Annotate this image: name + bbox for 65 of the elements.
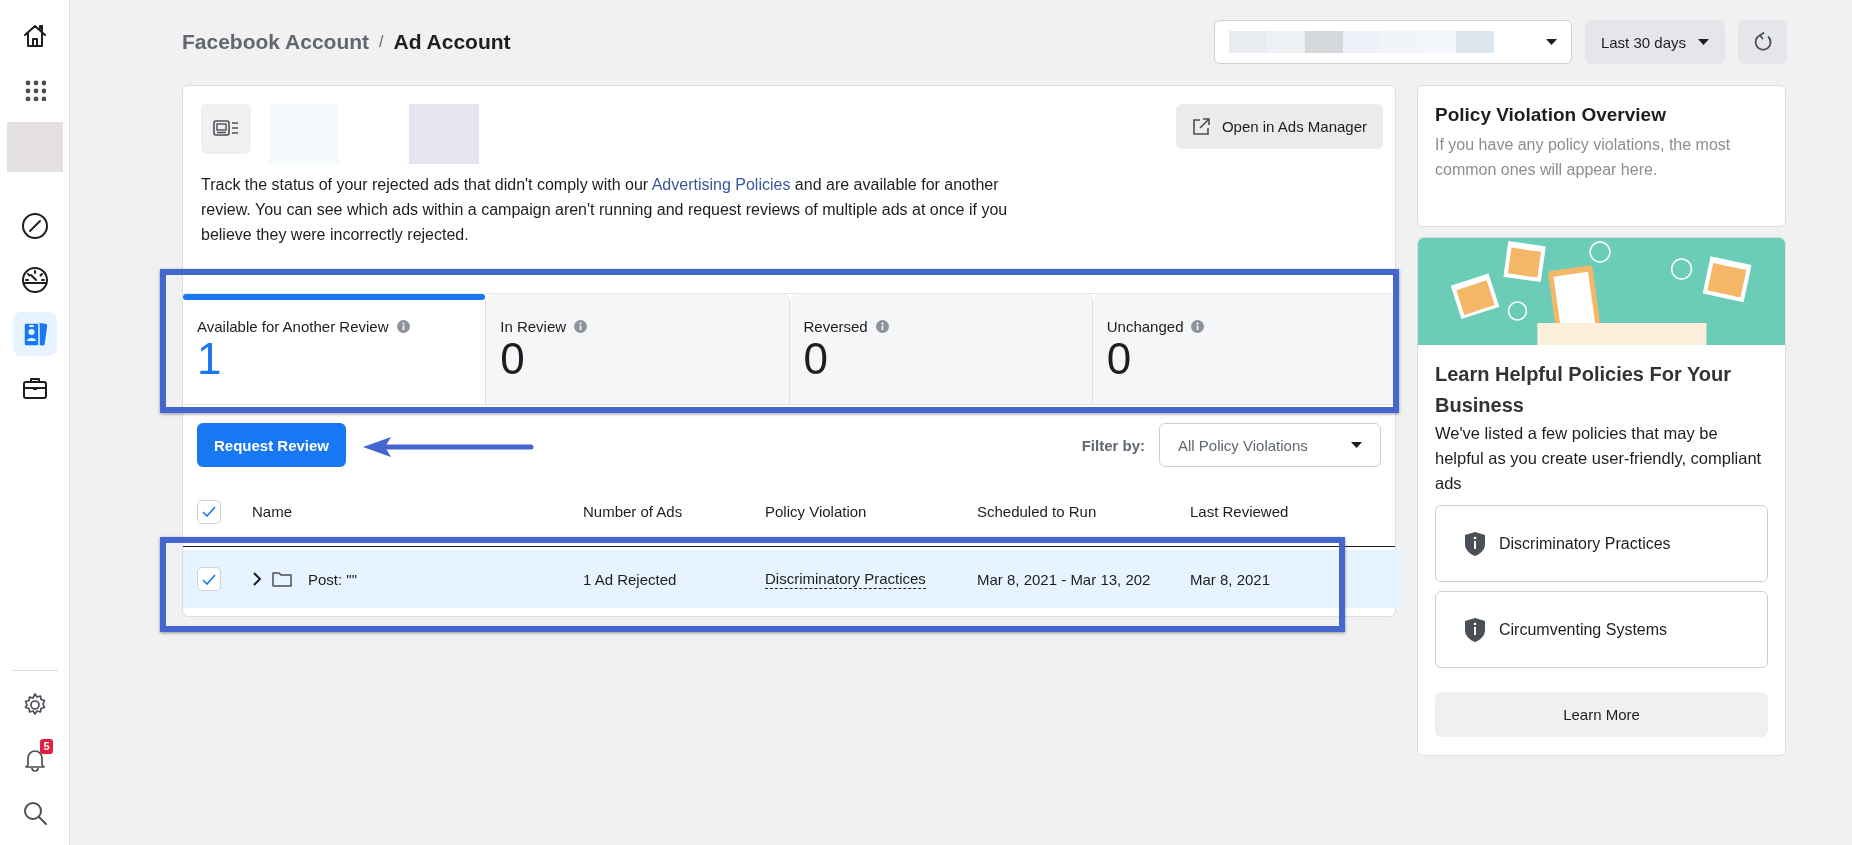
status-tab[interactable]: Unchanged 0 — [1092, 294, 1395, 404]
briefcase-icon — [20, 375, 49, 401]
card-title: Policy Violation Overview — [1435, 104, 1667, 126]
open-in-ads-manager-button[interactable]: Open in Ads Manager — [1175, 104, 1383, 149]
status-tab[interactable]: Reversed 0 — [789, 294, 1093, 404]
info-icon — [1191, 320, 1205, 333]
policy-filter-dropdown[interactable]: All Policy Violations — [1159, 423, 1381, 467]
policy-item[interactable]: Circumventing Systems — [1435, 591, 1768, 668]
policy-item[interactable]: Discriminatory Practices — [1435, 505, 1768, 582]
caret-icon — [1545, 39, 1557, 45]
refresh-icon — [1752, 32, 1773, 52]
column-header[interactable]: Number of Ads — [583, 503, 765, 520]
advertising-policies-link[interactable]: Advertising Policies — [651, 176, 791, 193]
ad-account-icon — [213, 119, 239, 139]
search-icon — [21, 800, 48, 826]
card-text: We've listed a few policies that may be helpful as you create user-friendly, compliant ads — [1435, 423, 1763, 494]
tab-count: 0 — [500, 337, 526, 381]
table-row[interactable]: Post: "" 1 Ad Rejected Discriminatory Practices Mar 8, 2021 - Mar 13, 202 Mar 8, 2021 — [183, 550, 1405, 608]
table-cell-text: 1 Ad Rejected — [583, 570, 678, 588]
request-review-button[interactable]: Request Review — [197, 423, 347, 467]
card-text: If you have any policy violations, the most common ones will appear here. — [1435, 135, 1732, 180]
circle-slash-icon — [20, 212, 49, 240]
chevron-icon[interactable] — [252, 572, 262, 586]
home-icon — [21, 23, 48, 49]
info-icon — [875, 320, 889, 333]
caret-icon — [1698, 39, 1709, 45]
learn-more-button[interactable]: Learn More — [1435, 692, 1768, 737]
tab-count: 0 — [1106, 337, 1132, 381]
breadcrumb-current: Ad Account — [393, 30, 511, 54]
refresh-button[interactable] — [1738, 20, 1787, 64]
shield-info-icon — [1464, 530, 1486, 557]
external-link-icon — [1191, 117, 1210, 136]
checkmark-icon — [202, 573, 216, 585]
gauge-icon — [20, 266, 49, 294]
shield-info-icon — [1464, 616, 1486, 643]
id-cards-icon — [21, 320, 48, 348]
column-header[interactable]: Last Reviewed — [1190, 503, 1395, 520]
status-tab[interactable]: Available for Another Review 1 — [183, 294, 487, 404]
description-text: Track the status of your rejected ads that didn't comply with our Advertising Policies and are available for another review. You can see which ads within a campaign aren't running and request reviews of multiple ads at once if you believe they were incorrectly rejected. — [201, 175, 1009, 245]
card-title: Learn Helpful Policies For Your Business — [1435, 362, 1732, 418]
column-header[interactable]: Policy Violation — [765, 503, 977, 520]
policy-link[interactable]: Discriminatory Practices — [765, 569, 926, 589]
folder-icon — [272, 571, 292, 587]
info-icon — [574, 320, 588, 333]
status-tab[interactable]: In Review 0 — [486, 294, 790, 404]
table-cell: Post: "" — [308, 570, 357, 588]
table-cell-text: Mar 8, 2021 — [1190, 570, 1272, 588]
caret-icon — [1351, 442, 1362, 448]
sidebar-item[interactable]: 5 — [12, 737, 57, 781]
notification-badge: 5 — [40, 739, 53, 754]
checkmark-icon — [202, 506, 216, 517]
row-checkbox[interactable] — [197, 567, 221, 591]
tab-count: 0 — [803, 337, 829, 381]
column-header[interactable]: Name — [252, 503, 583, 520]
redacted-block — [409, 104, 479, 164]
date-range-dropdown[interactable]: Last 30 days — [1584, 20, 1725, 64]
table-cell-text: Mar 8, 2021 - Mar 13, 202 — [977, 570, 1152, 588]
column-header[interactable]: Scheduled to Run — [977, 503, 1190, 520]
filter-label: Filter by: — [1081, 436, 1145, 454]
breadcrumb-separator: / — [379, 33, 384, 51]
select-all-checkbox[interactable] — [197, 499, 221, 524]
info-icon — [396, 320, 410, 333]
apps-grid-icon — [23, 79, 46, 101]
tab-count: 1 — [197, 337, 223, 381]
breadcrumb-link[interactable]: Facebook Account — [182, 30, 370, 54]
